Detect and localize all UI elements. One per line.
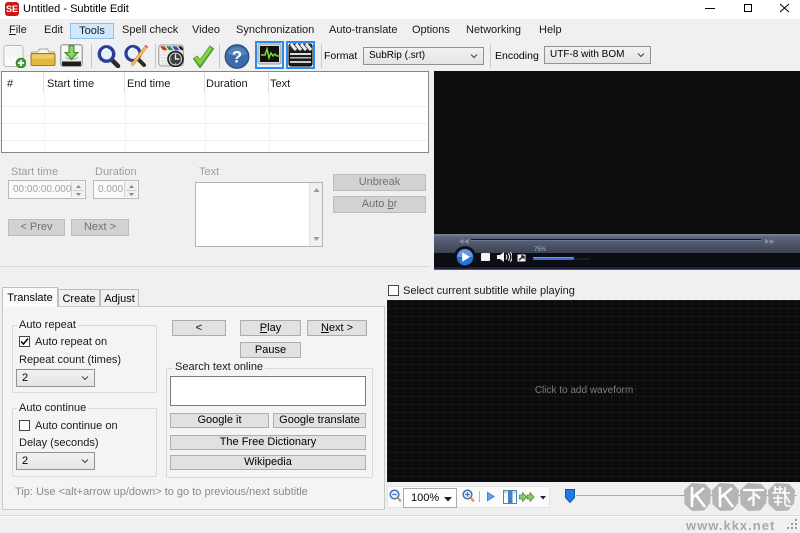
svg-text:?: ? xyxy=(232,48,242,67)
svg-text:Click to add waveform: Click to add waveform xyxy=(535,385,633,396)
